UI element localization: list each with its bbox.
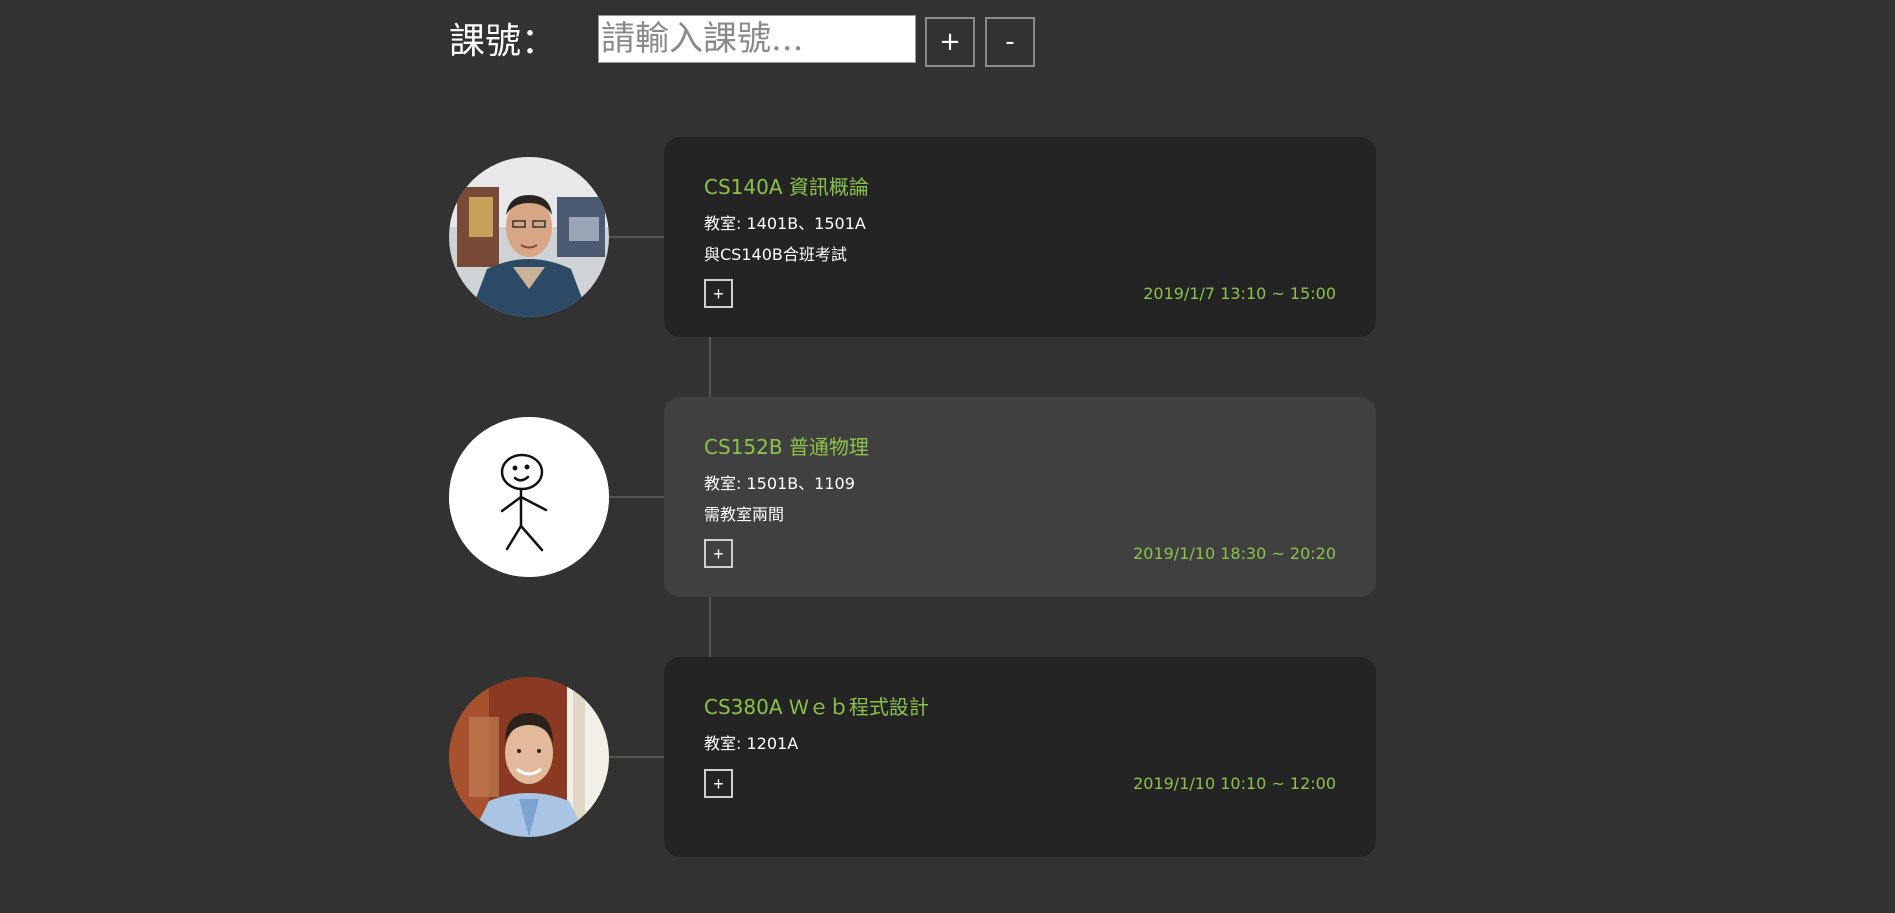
course-title: CS380A Ｗｅｂ程式設計 <box>704 691 929 720</box>
exam-time: 2019/1/10 10:10 ~ 12:00 <box>1133 774 1336 793</box>
exam-time: 2019/1/10 18:30 ~ 20:20 <box>1133 544 1336 563</box>
timeline-connector <box>709 596 711 657</box>
course-name: Ｗｅｂ程式設計 <box>788 695 929 719</box>
course-card[interactable]: CS152B 普通物理 教室: 1501B、1109 需教室兩間 + 2019/… <box>664 397 1376 597</box>
course-note: 與CS140B合班考試 <box>704 245 847 264</box>
course-room: 教室: 1401B、1501A <box>704 214 866 233</box>
add-course-button[interactable]: + <box>925 17 975 67</box>
teacher-photo-icon <box>449 677 609 837</box>
course-card[interactable]: CS380A Ｗｅｂ程式設計 教室: 1201A + 2019/1/10 10:… <box>664 657 1376 857</box>
expand-course-button[interactable]: + <box>704 279 733 308</box>
teacher-photo-icon <box>449 157 609 317</box>
course-room: 教室: 1201A <box>704 734 799 753</box>
timeline-branch <box>608 756 664 758</box>
stick-figure-icon <box>449 417 609 577</box>
course-search-bar: 課號： + - <box>449 14 1035 70</box>
timeline-branch <box>608 496 664 498</box>
teacher-avatar <box>449 157 609 317</box>
course-code: CS380A <box>704 695 783 719</box>
course-title: CS152B 普通物理 <box>704 431 869 460</box>
course-name: 普通物理 <box>788 435 869 459</box>
course-title: CS140A 資訊概論 <box>704 171 869 200</box>
teacher-avatar <box>449 677 609 837</box>
course-code: CS140A <box>704 175 783 199</box>
timeline-connector <box>709 336 711 397</box>
course-code-label: 課號： <box>449 21 558 62</box>
course-name: 資訊概論 <box>788 175 869 199</box>
expand-course-button[interactable]: + <box>704 539 733 568</box>
course-note: 需教室兩間 <box>704 505 785 524</box>
course-room: 教室: 1501B、1109 <box>704 474 855 493</box>
page: 課號： + - CS140A 資訊概論 教室: 1 <box>0 0 1895 913</box>
remove-course-button[interactable]: - <box>985 17 1035 67</box>
course-code: CS152B <box>704 435 783 459</box>
expand-course-button[interactable]: + <box>704 769 733 798</box>
course-card[interactable]: CS140A 資訊概論 教室: 1401B、1501A 與CS140B合班考試 … <box>664 137 1376 337</box>
exam-time: 2019/1/7 13:10 ~ 15:00 <box>1143 284 1336 303</box>
timeline-branch <box>608 236 664 238</box>
course-code-input[interactable] <box>598 15 916 63</box>
teacher-avatar <box>449 417 609 577</box>
